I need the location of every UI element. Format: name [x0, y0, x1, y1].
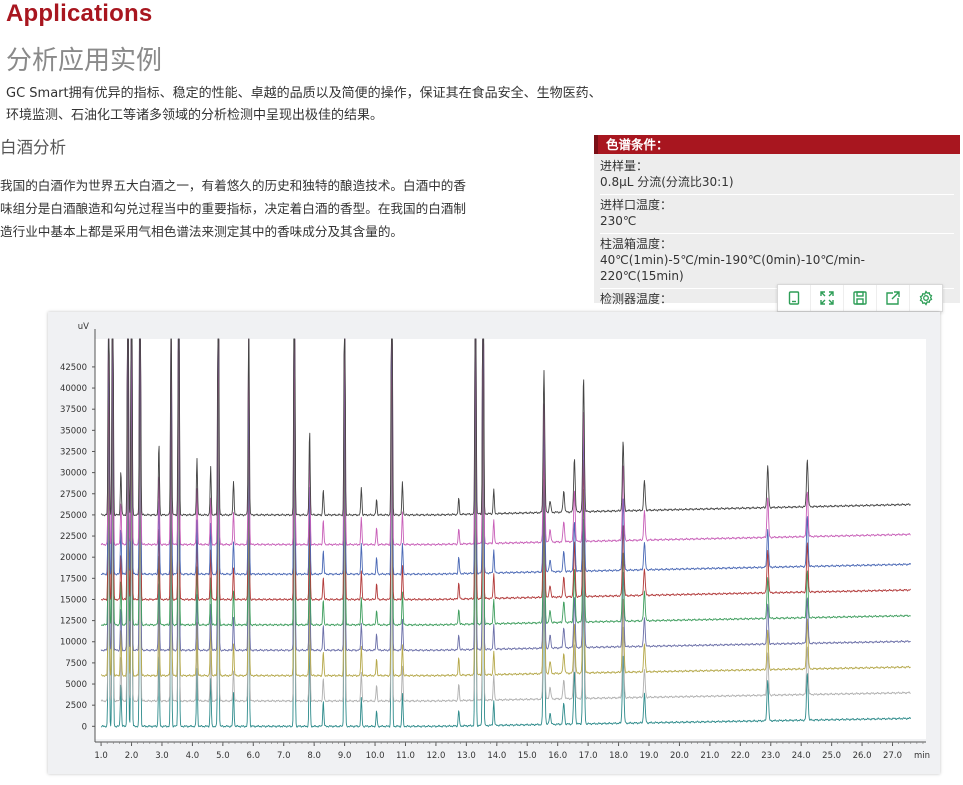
x-tick-label: 4.0	[186, 751, 200, 761]
x-tick-label: 18.0	[609, 751, 628, 761]
x-tick-label: 27.0	[883, 751, 902, 761]
condition-oven-temp: 柱温箱温度： 40℃(1min)-5℃/min-190℃(0min)-10℃/m…	[600, 234, 954, 289]
conditions-panel: 色谱条件： 进样量： 0.8μL 分流(分流比30:1) 进样口温度： 230℃…	[594, 135, 960, 306]
x-tick-label: 6.0	[247, 751, 261, 761]
intro-text: GC Smart拥有优异的指标、稳定的性能、卓越的品质以及简便的操作，保证其在食…	[6, 83, 706, 127]
y-tick-label: 25000	[60, 511, 87, 521]
save-button[interactable]	[844, 285, 877, 311]
x-tick-label: 5.0	[216, 751, 230, 761]
section-title: 白酒分析	[0, 138, 66, 157]
page-title-en: Applications	[6, 0, 153, 27]
x-tick-label: 3.0	[155, 751, 169, 761]
y-axis-label: uV	[78, 322, 89, 332]
condition-label: 进样口温度：	[600, 198, 673, 212]
intro-line: 环境监测、石油化工等诸多领域的分析检测中呈现出极佳的结果。	[6, 108, 384, 123]
x-tick-label: 26.0	[853, 751, 872, 761]
y-tick-label: 35000	[60, 426, 87, 436]
y-tick-label: 10000	[60, 638, 87, 648]
x-tick-label: 12.0	[426, 751, 445, 761]
chromatogram-chart: uV 0 2500 5000 7500 10000 12500 15000 17500 20000…	[48, 312, 940, 774]
y-tick-label: 0	[82, 722, 87, 732]
x-tick-label: 9.0	[338, 751, 352, 761]
y-tick-label: 42500	[60, 363, 87, 373]
y-tick-label: 17500	[60, 574, 87, 584]
condition-inlet-temp: 进样口温度： 230℃	[600, 195, 954, 234]
settings-button[interactable]	[910, 285, 942, 311]
x-tick-label: 14.0	[487, 751, 506, 761]
x-tick-label: 20.0	[670, 751, 689, 761]
condition-value: 40℃(1min)-5℃/min-190℃(0min)-10℃/min-	[600, 253, 865, 267]
condition-injection-volume: 进样量： 0.8μL 分流(分流比30:1)	[600, 156, 954, 195]
y-tick-label: 5000	[65, 680, 87, 690]
y-tick-label: 15000	[60, 595, 87, 605]
conditions-title: 色谱条件：	[594, 135, 960, 154]
share-icon	[886, 291, 900, 305]
x-tick-label: 21.0	[700, 751, 719, 761]
y-tick-label: 20000	[60, 553, 87, 563]
chart-toolbar	[777, 284, 943, 312]
x-tick-label: 13.0	[457, 751, 476, 761]
x-tick-label: 16.0	[548, 751, 567, 761]
paragraph-line: 味组分是白酒酿造和勾兑过程当中的重要指标，决定着白酒的香型。在我国的白酒制	[0, 201, 466, 216]
settings-icon	[919, 290, 933, 306]
x-tick-label: 23.0	[761, 751, 780, 761]
paragraph-line: 我国的白酒作为世界五大白酒之一，有着悠久的历史和独特的酿造技术。白酒中的香	[0, 178, 466, 193]
x-tick-label: 24.0	[792, 751, 811, 761]
y-tick-label: 12500	[60, 617, 87, 627]
x-tick-label: 19.0	[640, 751, 659, 761]
section-paragraph: 我国的白酒作为世界五大白酒之一，有着悠久的历史和独特的酿造技术。白酒中的香 味组…	[0, 174, 560, 243]
expand-icon	[820, 291, 834, 305]
y-tick-label: 40000	[60, 384, 87, 394]
condition-label: 进样量：	[600, 159, 649, 173]
y-tick-label: 22500	[60, 532, 87, 542]
x-tick-label: 17.0	[579, 751, 598, 761]
save-icon	[853, 291, 867, 305]
x-tick-label: 25.0	[822, 751, 841, 761]
condition-value: 230℃	[600, 214, 637, 228]
x-tick-label: 2.0	[125, 751, 139, 761]
x-tick-label: 11.0	[396, 751, 415, 761]
intro-line: GC Smart拥有优异的指标、稳定的性能、卓越的品质以及简便的操作，保证其在食…	[6, 86, 602, 101]
x-tick-label: 15.0	[518, 751, 537, 761]
y-tick-label: 32500	[60, 447, 87, 457]
x-tick-label: 10.0	[366, 751, 385, 761]
x-tick-label: 8.0	[307, 751, 321, 761]
condition-label: 柱温箱温度：	[600, 237, 673, 251]
condition-value-cont: 220℃(15min)	[600, 269, 684, 283]
copy-button[interactable]	[778, 285, 811, 311]
y-tick-label: 7500	[65, 659, 87, 669]
page-title-cn: 分析应用实例	[6, 46, 163, 76]
condition-value: 0.8μL 分流(分流比30:1)	[600, 175, 734, 189]
y-tick-label: 30000	[60, 469, 87, 479]
y-tick-label: 2500	[65, 701, 87, 711]
x-axis-unit: min	[914, 751, 930, 761]
fullscreen-button[interactable]	[811, 285, 844, 311]
y-tick-label: 27500	[60, 490, 87, 500]
paragraph-line: 造行业中基本上都是采用气相色谱法来测定其中的香味成分及其含量的。	[0, 224, 403, 239]
x-tick-label: 7.0	[277, 751, 291, 761]
x-tick-label: 22.0	[731, 751, 750, 761]
share-button[interactable]	[877, 285, 910, 311]
x-tick-label: 1.0	[94, 751, 108, 761]
copy-icon	[788, 291, 800, 305]
y-tick-label: 37500	[60, 405, 87, 415]
chromatogram-svg: uV 0 2500 5000 7500 10000 12500 15000 17500 20000…	[60, 322, 930, 761]
